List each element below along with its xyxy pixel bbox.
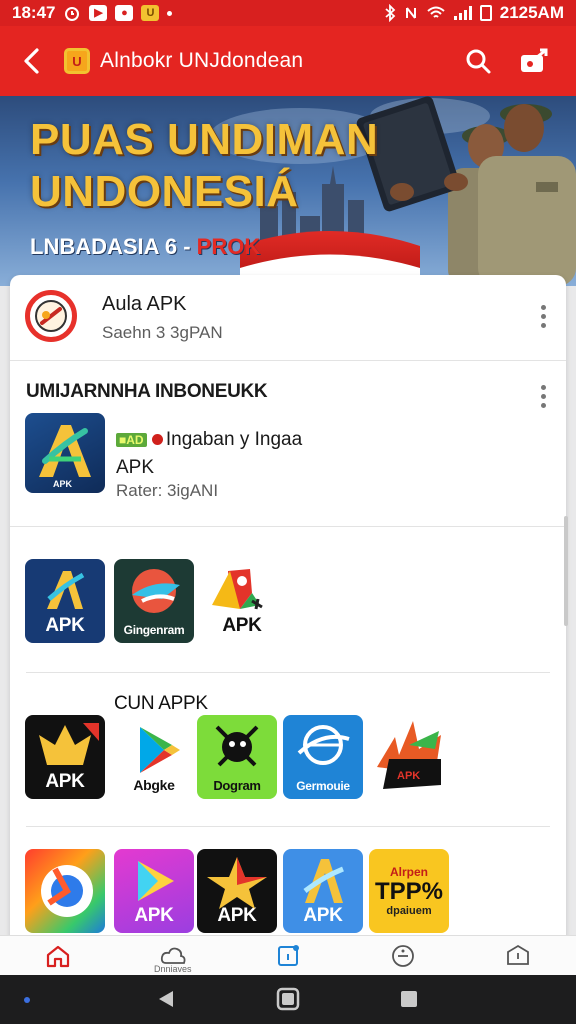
app-tile-label: APK bbox=[397, 770, 420, 782]
app-tile[interactable]: APK bbox=[197, 849, 277, 933]
more-options-icon[interactable] bbox=[540, 305, 546, 328]
box-icon bbox=[507, 944, 530, 965]
featured-tag-text: Ingaban y Ingaa bbox=[165, 429, 303, 450]
system-nav-bar bbox=[0, 975, 576, 1024]
featured-heading: UMIJARNNHA INBONEUKK bbox=[26, 381, 268, 402]
app-row-icon bbox=[25, 290, 77, 342]
nav-cloud[interactable]: Dnniaves bbox=[115, 936, 230, 975]
alarm-icon bbox=[65, 7, 80, 21]
featured-tag-pill: ■AD bbox=[116, 432, 147, 447]
bottom-nav: Dnniaves bbox=[0, 935, 576, 975]
featured-tag: ■AD Ingaban y Ingaa bbox=[116, 429, 302, 451]
app-tile[interactable]: Gingenram bbox=[114, 559, 194, 643]
promo-banner[interactable]: PUAS UNDIMAN UNDONESIÁ LNBADASIA 6 - PRO… bbox=[0, 96, 576, 286]
featured-type: APK bbox=[116, 457, 155, 478]
globe-swoosh-icon bbox=[297, 725, 350, 765]
app-tile-sublabel: dpaiuem bbox=[386, 905, 432, 917]
wifi-icon bbox=[427, 6, 445, 18]
app-title: Alnbokr UNJdondean bbox=[100, 49, 304, 72]
banner-subtitle-accent: PROK bbox=[196, 234, 261, 259]
app-notification-icon: ● bbox=[115, 5, 134, 21]
recents-square-icon[interactable] bbox=[399, 989, 419, 1009]
banner-subtitle: LNBADASIA 6 - PROK bbox=[30, 234, 260, 260]
circle-logo-icon bbox=[41, 865, 93, 917]
featured-icon-caption: APK bbox=[53, 479, 73, 489]
more-options-icon[interactable] bbox=[540, 385, 546, 408]
app-logo: U bbox=[64, 48, 90, 74]
home-square-icon[interactable] bbox=[276, 987, 300, 1011]
crown-star-icon bbox=[39, 723, 99, 765]
signal-icon bbox=[453, 6, 472, 20]
apk-letter-a-icon bbox=[47, 571, 85, 609]
indicator-dot-icon bbox=[24, 997, 30, 1003]
app-bar: U Alnbokr UNJdondean bbox=[0, 26, 576, 96]
back-triangle-icon[interactable] bbox=[155, 988, 177, 1010]
app-row-name: Aula APK bbox=[102, 293, 187, 315]
flame-apk-icon: APK bbox=[377, 721, 441, 789]
app-tile[interactable]: Germouie bbox=[283, 715, 363, 799]
nav-timer[interactable] bbox=[346, 936, 461, 975]
tablet-icon bbox=[278, 944, 299, 966]
bird-icon bbox=[132, 569, 180, 613]
play-store-icon bbox=[140, 727, 180, 773]
apk-maps-icon bbox=[212, 569, 263, 610]
letter-a-apk-icon bbox=[303, 859, 344, 903]
app-tile[interactable]: APK bbox=[202, 559, 282, 643]
play-triangle-icon bbox=[138, 861, 174, 901]
app-tile[interactable]: APK bbox=[283, 849, 363, 933]
dot-icon bbox=[167, 10, 173, 16]
app-tile[interactable]: APK bbox=[25, 715, 105, 799]
featured-app-icon[interactable]: APK bbox=[25, 413, 105, 493]
app-tile[interactable]: Alrpen TPP% dpaiuem bbox=[369, 849, 449, 933]
banner-title: PUAS UNDIMAN UNDONESIÁ bbox=[30, 114, 378, 218]
banner-title-line1: PUAS UNDIMAN bbox=[30, 115, 379, 164]
status-bar: 18:47 ▶ ● U 2125AM bbox=[0, 0, 576, 26]
star-apk-icon bbox=[207, 857, 267, 909]
sim-icon: U bbox=[141, 5, 160, 21]
status-right-text: 2125AM bbox=[499, 3, 564, 22]
app-tile-label: TPP% bbox=[374, 878, 443, 905]
featured-rating: Rater: 3igANI bbox=[116, 481, 219, 500]
banner-subtitle-main: LNBADASIA 6 - bbox=[30, 234, 191, 259]
back-arrow-icon bbox=[24, 48, 39, 74]
disc-icon bbox=[35, 300, 67, 332]
battery-icon bbox=[479, 5, 492, 21]
nav-label: Dnniaves bbox=[154, 964, 192, 974]
featured-section: UMIJARNNHA INBONEUKK APK ■AD Ingaban y I… bbox=[10, 361, 566, 527]
share-icon[interactable] bbox=[518, 47, 550, 75]
nav-box[interactable] bbox=[461, 936, 576, 975]
app-tile[interactable]: APK bbox=[369, 715, 449, 799]
bluetooth-icon bbox=[385, 4, 396, 22]
mute-icon bbox=[405, 7, 416, 19]
app-tile[interactable] bbox=[25, 849, 105, 933]
app-tile[interactable]: APK bbox=[114, 849, 194, 933]
apps-row-3: APK APK APK Alrpen TPP% dpaiuem bbox=[10, 827, 566, 945]
app-row-subtitle: Saehn 3 3gPAN bbox=[102, 323, 223, 342]
app-tile-top-label: Alrpen bbox=[389, 865, 428, 879]
app-logo-letter: U bbox=[72, 53, 82, 69]
app-row[interactable]: Aula APK Saehn 3 3gPAN bbox=[10, 275, 566, 361]
home-icon bbox=[46, 945, 69, 967]
apps-row-1: APK Gingenram APK bbox=[10, 527, 566, 673]
scrollbar[interactable] bbox=[564, 516, 568, 626]
nav-tablet[interactable] bbox=[230, 936, 345, 975]
red-dot-icon bbox=[151, 434, 163, 446]
app-notification-icon: ▶ bbox=[89, 5, 108, 21]
nav-home[interactable] bbox=[0, 936, 115, 975]
app-tile[interactable]: Dogram bbox=[197, 715, 277, 799]
status-time: 18:47 bbox=[12, 3, 56, 22]
section-2-heading: CUN APPK bbox=[114, 693, 208, 714]
timer-icon bbox=[392, 944, 415, 967]
app-tile[interactable]: Abgke bbox=[114, 715, 194, 799]
apps-row-2: CUN APPK APK Abgke Dogram Germouie APK bbox=[10, 673, 566, 827]
search-icon[interactable] bbox=[464, 47, 492, 75]
back-button[interactable] bbox=[0, 26, 64, 96]
app-tile[interactable]: APK bbox=[25, 559, 105, 643]
banner-title-line2: UNDONESIÁ bbox=[30, 167, 299, 216]
content-card: Aula APK Saehn 3 3gPAN UMIJARNNHA INBONE… bbox=[10, 275, 566, 945]
bug-robot-icon bbox=[215, 725, 259, 767]
screen: 18:47 ▶ ● U 2125AM U Alnbokr UNJdondean bbox=[0, 0, 576, 1024]
